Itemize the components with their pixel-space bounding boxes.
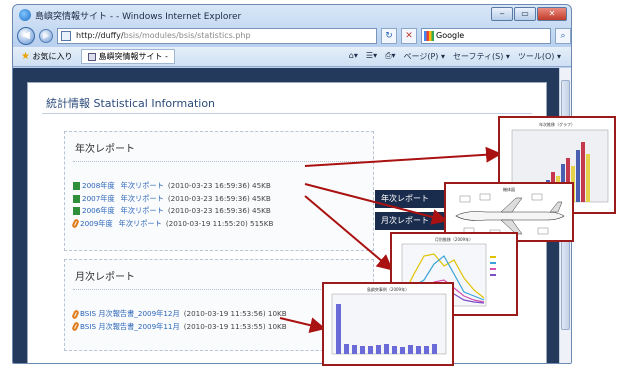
monthly-bar xyxy=(416,346,421,354)
fuselage-shape xyxy=(455,211,565,221)
screenshot-stage: 島嶼突情報サイト - - Windows Internet Explorer ‒… xyxy=(0,0,618,368)
monthly-bar-svg: 島嶼突事例（2009年） xyxy=(331,286,447,355)
monthly-bar xyxy=(392,346,397,354)
monthly-bar xyxy=(384,344,389,354)
diagram-caption: 機体図 xyxy=(503,186,515,192)
monthly-bar xyxy=(432,344,437,354)
monthly-bar xyxy=(360,346,365,354)
monthly-bar-caption: 島嶼突事例（2009年） xyxy=(367,286,409,292)
thumb-caption: 年次推移（グラフ） xyxy=(539,121,575,127)
line-chart-caption: 月別推移（2009年） xyxy=(435,236,473,242)
arrow-to-line-chart xyxy=(304,195,394,271)
monthly-bar xyxy=(408,345,413,354)
annual-bar xyxy=(581,142,585,202)
line-legend xyxy=(490,256,496,276)
monthly-bar xyxy=(368,346,373,354)
tail-shape xyxy=(549,201,563,213)
monthly-bar xyxy=(400,347,405,354)
annual-bar xyxy=(576,150,580,202)
monthly-bar xyxy=(424,346,429,354)
annual-bar xyxy=(586,154,590,202)
monthly-bar xyxy=(376,345,381,354)
monthly-bar xyxy=(352,345,357,354)
arrow-to-annual-bar xyxy=(304,146,502,167)
thumbnail-monthly-bar-chart: 島嶼突事例（2009年） xyxy=(322,282,454,366)
monthly-bar xyxy=(336,304,341,354)
arrow-to-monthly-bar xyxy=(279,317,326,334)
monthly-bar xyxy=(344,344,349,354)
